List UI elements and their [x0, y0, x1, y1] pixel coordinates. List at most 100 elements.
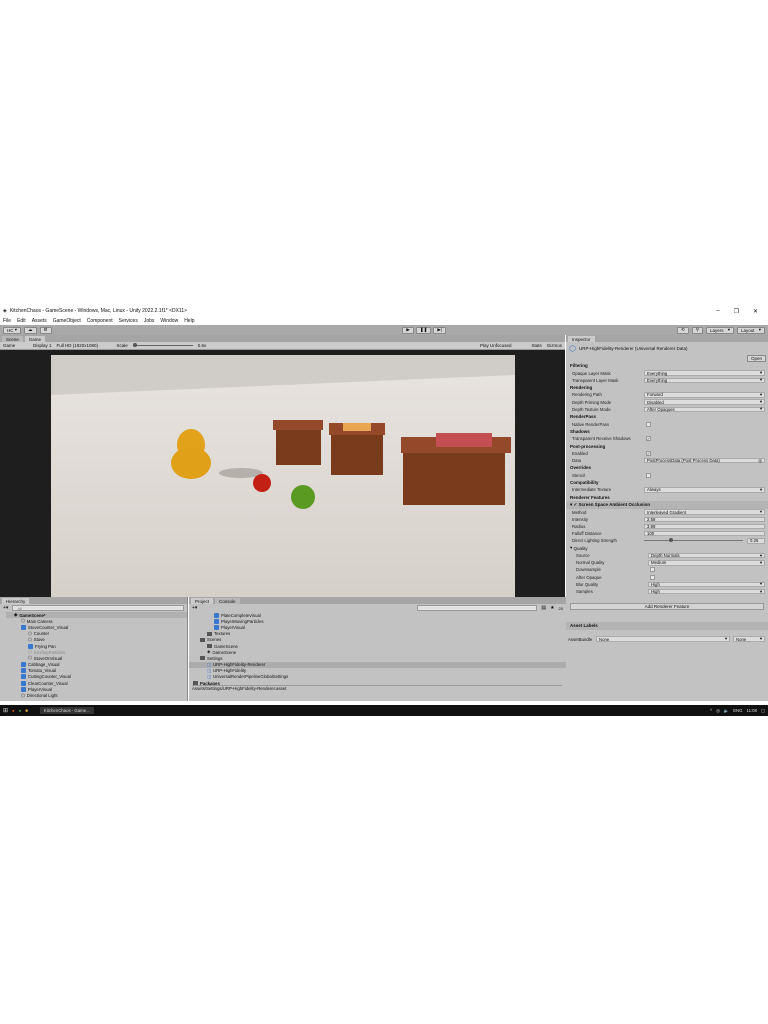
- section-header: Rendering: [570, 385, 593, 391]
- tray-chevron-icon[interactable]: ^: [710, 708, 712, 713]
- windows-start-icon[interactable]: ⊞: [3, 707, 8, 714]
- taskbar-app-unity[interactable]: KitchenChaos - Game...: [39, 707, 94, 714]
- tab-game[interactable]: Game: [24, 336, 46, 342]
- downsample-checkbox[interactable]: [650, 567, 655, 573]
- tab-project[interactable]: Project: [191, 598, 214, 604]
- add-renderer-feature-button[interactable]: Add Renderer Feature: [570, 603, 764, 611]
- game-viewport[interactable]: [51, 355, 515, 597]
- star-icon[interactable]: ★: [550, 605, 554, 611]
- volume-icon[interactable]: 🔈: [724, 708, 729, 714]
- hierarchy-search-input[interactable]: All: [12, 605, 184, 611]
- stats-button[interactable]: Stats: [531, 343, 541, 348]
- gear-icon[interactable]: ⚙: [39, 326, 52, 334]
- native-renderpass-checkbox[interactable]: [646, 421, 651, 427]
- menu-jobs[interactable]: Jobs: [144, 318, 155, 324]
- step-button[interactable]: ▶|: [433, 326, 447, 334]
- tab-console[interactable]: Console: [215, 598, 240, 604]
- tab-scene[interactable]: Scene: [2, 336, 23, 342]
- dropdown[interactable]: Everything ▾: [644, 377, 765, 384]
- close-button[interactable]: ✕: [753, 308, 758, 315]
- dropdown[interactable]: High ▾: [648, 581, 765, 588]
- chevron-down-icon[interactable]: ▾: [760, 406, 762, 412]
- after-opaque-checkbox[interactable]: [650, 574, 655, 580]
- assetbundle-variant-dropdown[interactable]: None ▾: [733, 636, 765, 642]
- play-button[interactable]: ▶: [402, 326, 414, 334]
- create-button[interactable]: +▾: [192, 605, 197, 611]
- firefox-icon[interactable]: ●: [12, 708, 15, 713]
- play-mode-dropdown[interactable]: Play Unfocused: [480, 343, 512, 348]
- gameobject-icon: ⬡: [21, 618, 25, 624]
- filter-icon[interactable]: ▤: [541, 605, 546, 611]
- direct-lighting-slider[interactable]: [644, 538, 743, 543]
- tab-hierarchy[interactable]: Hierarchy: [2, 598, 30, 604]
- dropdown[interactable]: Depth Normals ▾: [648, 553, 765, 559]
- clock[interactable]: 11:08: [747, 708, 757, 713]
- dropdown[interactable]: Interleaved Gradient ▾: [644, 509, 765, 515]
- quality-foldout[interactable]: ▾ Quality: [566, 545, 768, 553]
- menu-assets[interactable]: Assets: [32, 318, 47, 324]
- menu-window[interactable]: Window: [160, 318, 178, 324]
- stencil-checkbox[interactable]: [646, 472, 651, 478]
- menu-gameobject[interactable]: GameObject: [53, 318, 81, 324]
- hierarchy-item[interactable]: ⬡ Directional Light: [6, 692, 187, 699]
- scale-slider[interactable]: [132, 343, 193, 347]
- chevron-down-icon[interactable]: ▾: [760, 399, 762, 405]
- project-search-input[interactable]: [417, 605, 538, 611]
- explorer-icon[interactable]: ■: [25, 708, 28, 713]
- account-button[interactable]: HC ▾: [3, 326, 22, 334]
- chevron-down-icon[interactable]: ▾: [760, 553, 762, 559]
- menu-file[interactable]: File: [3, 318, 11, 324]
- add-button[interactable]: +▾: [3, 605, 8, 611]
- language-indicator[interactable]: ENG: [733, 708, 742, 713]
- layers-dropdown[interactable]: Layers ▾: [705, 326, 734, 334]
- main-toolbar: HC ▾ ☁ ⚙ ▶ ❚❚ ▶| ⟲ ⚲ Layers ▾ Layout ▾: [0, 325, 768, 335]
- hierarchy-panel: Hierarchy +▾ All ◈ GameScene* ⬡ Main Camera…: [0, 597, 188, 701]
- chevron-down-icon[interactable]: ▾: [760, 589, 762, 595]
- input-field[interactable]: 3.99: [644, 523, 765, 530]
- chevron-down-icon[interactable]: ▾: [760, 377, 762, 383]
- dropdown[interactable]: Always ▾: [644, 487, 765, 493]
- gizmos-dropdown[interactable]: Gizmos: [547, 343, 562, 348]
- menu-services[interactable]: Services: [119, 318, 138, 324]
- pause-button[interactable]: ❚❚: [415, 326, 432, 334]
- open-button[interactable]: Open: [746, 355, 766, 362]
- chevron-down-icon[interactable]: ▾: [760, 392, 762, 398]
- object-picker-icon[interactable]: ◎: [758, 458, 762, 464]
- minimize-button[interactable]: –: [716, 308, 719, 315]
- dropdown[interactable]: Medium ▾: [648, 560, 765, 566]
- maximize-button[interactable]: ❐: [734, 308, 739, 315]
- display-dropdown[interactable]: Display 1: [33, 343, 52, 348]
- dropdown[interactable]: High ▾: [648, 589, 765, 595]
- dropdown[interactable]: Forward ▾: [644, 392, 765, 398]
- dropdown[interactable]: Everything ▾: [644, 370, 765, 376]
- search-icon[interactable]: ⚲: [691, 326, 703, 334]
- menu-component[interactable]: Component: [87, 318, 113, 324]
- input-field[interactable]: 2.58: [644, 516, 765, 523]
- ssao-feature-header[interactable]: ▾ ✓ Screen Space Ambient Occlusion: [566, 501, 768, 509]
- dropdown[interactable]: After Opaques ▾: [644, 406, 765, 413]
- tab-inspector[interactable]: Inspector: [568, 336, 595, 342]
- chevron-down-icon[interactable]: ▾: [760, 487, 762, 493]
- menu-edit[interactable]: Edit: [17, 318, 26, 324]
- history-icon[interactable]: ⟲: [676, 326, 689, 334]
- chrome-icon[interactable]: ●: [19, 708, 22, 713]
- assetbundle-dropdown[interactable]: None ▾: [596, 636, 730, 642]
- chevron-down-icon[interactable]: ▾: [760, 370, 762, 376]
- chevron-down-icon[interactable]: ▾: [760, 560, 762, 566]
- field-label: Stencil: [572, 472, 585, 478]
- input-field[interactable]: PostProcessData (Post Process Data) ◎: [644, 458, 765, 464]
- input-field[interactable]: 100: [644, 530, 765, 537]
- notifications-icon[interactable]: ▢: [761, 708, 765, 714]
- dropdown[interactable]: Disabled ▾: [644, 399, 765, 405]
- enabled-checkbox[interactable]: ✓: [646, 450, 651, 456]
- network-icon[interactable]: ◎: [716, 708, 720, 714]
- chevron-down-icon[interactable]: ▾: [760, 509, 762, 515]
- game-mode-dropdown[interactable]: Game: [3, 343, 28, 348]
- resolution-dropdown[interactable]: Full HD (1920x1080): [57, 343, 112, 348]
- chevron-down-icon[interactable]: ▾: [760, 581, 762, 587]
- cloud-icon[interactable]: ☁: [24, 326, 37, 334]
- menu-help[interactable]: Help: [184, 318, 194, 324]
- transparent-receive-shadows-row: Transparent Receive Shadows ✓: [566, 435, 768, 442]
- transparent-receive-shadows-checkbox[interactable]: ✓: [646, 436, 651, 442]
- layout-dropdown[interactable]: Layout ▾: [736, 326, 765, 334]
